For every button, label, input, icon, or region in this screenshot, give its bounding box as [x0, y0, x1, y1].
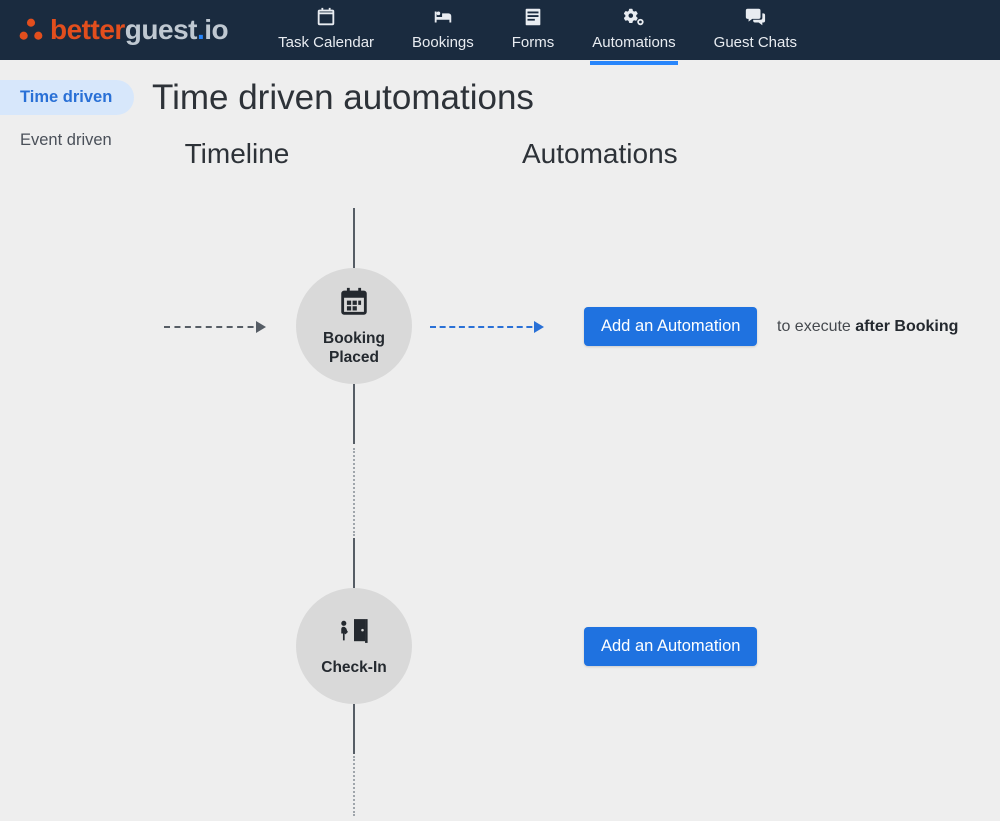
- chats-icon: [744, 6, 766, 32]
- arrow-outgoing-icon: [430, 326, 542, 328]
- nav-automations[interactable]: Automations: [592, 6, 675, 55]
- timeline-connector: [353, 208, 355, 268]
- sidebar-item-label: Event driven: [20, 131, 112, 149]
- nav-label: Guest Chats: [714, 34, 797, 51]
- main-content: Time driven automations Timeline Automat…: [140, 60, 1000, 821]
- brand-text-2: guest: [125, 14, 197, 45]
- nav-label: Automations: [592, 34, 675, 51]
- nav-label: Forms: [512, 34, 555, 51]
- calendar-icon: [337, 285, 371, 324]
- logo-mark-icon: [18, 17, 44, 43]
- sidebar: Time driven Event driven: [0, 60, 140, 821]
- brand-text-3: io: [204, 14, 228, 45]
- nav-label: Bookings: [412, 34, 474, 51]
- checkin-icon: [337, 614, 371, 653]
- automation-hint: to execute after Booking: [777, 318, 958, 336]
- brand-text-1: better: [50, 14, 125, 45]
- timeline-connector-dotted: [353, 448, 355, 536]
- arrow-incoming-icon: [164, 326, 264, 328]
- timeline-canvas: BookingPlaced Add an Automation to execu…: [152, 208, 988, 808]
- timeline-connector: [353, 704, 355, 754]
- add-automation-button[interactable]: Add an Automation: [584, 307, 757, 346]
- nav-bookings[interactable]: Bookings: [412, 6, 474, 55]
- top-navbar: betterguest.io Task Calendar Bookings Fo…: [0, 0, 1000, 60]
- add-automation-button[interactable]: Add an Automation: [584, 627, 757, 666]
- calendar-icon: [315, 6, 337, 32]
- timeline-node-label: Check-In: [321, 659, 386, 678]
- nav-forms[interactable]: Forms: [512, 6, 555, 55]
- automations-column-header: Automations: [372, 138, 988, 170]
- timeline-connector: [353, 384, 355, 444]
- nav-label: Task Calendar: [278, 34, 374, 51]
- sidebar-item-label: Time driven: [20, 88, 112, 106]
- timeline-connector: [353, 538, 355, 588]
- nav-guest-chats[interactable]: Guest Chats: [714, 6, 797, 55]
- gears-icon: [623, 6, 645, 32]
- timeline-connector-dotted: [353, 756, 355, 816]
- timeline-node-label: BookingPlaced: [323, 330, 385, 367]
- sidebar-item-time-driven[interactable]: Time driven: [0, 80, 134, 115]
- nav-task-calendar[interactable]: Task Calendar: [278, 6, 374, 55]
- page-title: Time driven automations: [152, 78, 988, 118]
- timeline-column-header: Timeline: [102, 138, 372, 170]
- brand-logo[interactable]: betterguest.io: [18, 14, 228, 46]
- timeline-node-check-in: Check-In: [296, 588, 412, 704]
- form-icon: [522, 6, 544, 32]
- timeline-node-booking-placed: BookingPlaced: [296, 268, 412, 384]
- bed-icon: [432, 6, 454, 32]
